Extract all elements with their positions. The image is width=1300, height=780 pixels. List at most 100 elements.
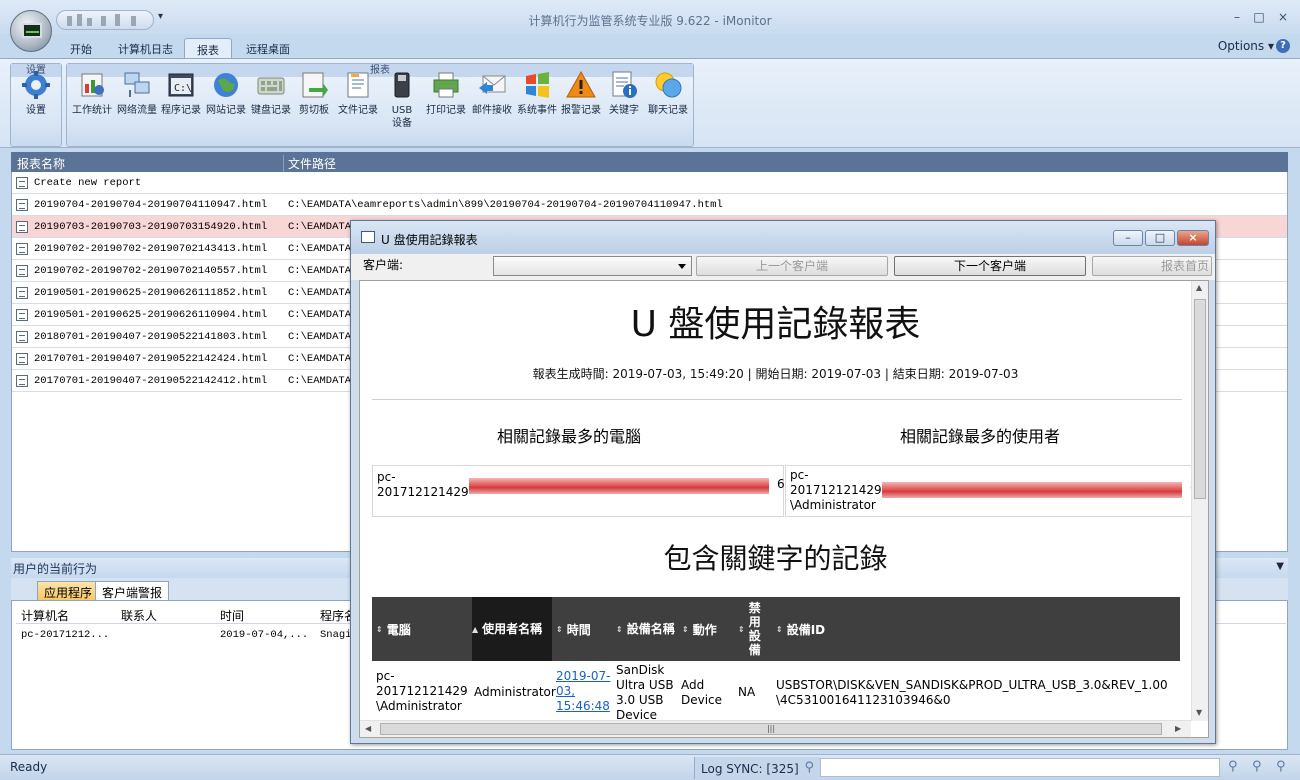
gear-icon <box>22 71 50 99</box>
report-name: 20190501-20190625-20190626111852.html <box>34 287 268 299</box>
report-file-icon <box>16 177 28 189</box>
work-stats-button[interactable]: 工作统计 <box>69 68 115 132</box>
report-view[interactable]: U 盤使用記錄報表 報表生成時間: 2019-07-03, 15:49:20 |… <box>359 280 1209 738</box>
dialog-close-button[interactable]: × <box>1177 230 1209 246</box>
program-log-button[interactable]: C:\ 程序记录 <box>159 68 203 132</box>
dialog-maximize-button[interactable]: □ <box>1145 230 1175 246</box>
keyword-section-title: 包含關鍵字的記錄 <box>663 542 888 575</box>
tab-computer-log[interactable]: 计算机日志 <box>106 38 185 59</box>
report-name: 20180701-20190407-20190522141803.html <box>34 331 268 343</box>
tab-remote-desktop[interactable]: 远程桌面 <box>234 38 302 59</box>
print-log-button[interactable]: 打印记录 <box>423 68 469 132</box>
chat-log-label: 聊天记录 <box>648 105 688 116</box>
network-traffic-icon <box>124 72 150 97</box>
settings-button[interactable]: 设置 <box>13 68 59 132</box>
column-computer-name[interactable]: 计算机名 <box>21 607 69 624</box>
tab-start[interactable]: 开始 <box>58 38 104 59</box>
report-title: U 盤使用記錄報表 <box>630 304 921 345</box>
close-button[interactable]: × <box>1272 10 1294 24</box>
report-file-icon <box>16 375 28 387</box>
keyboard-icon <box>257 77 285 95</box>
dialog-title: U 盘使用記錄報表 <box>381 233 478 247</box>
network-traffic-button[interactable]: 网络流量 <box>115 68 159 132</box>
alert-log-button[interactable]: 报警记录 <box>559 68 603 132</box>
tab-applications[interactable]: 应用程序 <box>37 581 100 600</box>
hscroll-thumb[interactable]: ||| <box>380 723 1162 735</box>
report-path: C:\EAMDATA\ <box>288 375 358 387</box>
report-path: C:\EAMDATA\ <box>288 265 358 277</box>
top-computer-box: pc- 201712121429 6 <box>372 465 785 517</box>
mail-receive-button[interactable]: 邮件接收 <box>469 68 515 132</box>
top-user-bar <box>882 482 1182 498</box>
help-icon[interactable]: ? <box>1276 39 1290 53</box>
system-events-button[interactable]: 系统事件 <box>515 68 559 132</box>
scroll-left-icon[interactable]: ◀ <box>365 724 371 733</box>
mail-icon <box>479 75 506 94</box>
column-report-name[interactable]: 报表名称 <box>17 155 65 172</box>
sort-icon: ⇕ <box>682 624 689 634</box>
column-device-id[interactable]: ⇕ 設備ID <box>776 597 1156 661</box>
zoom-in-icon[interactable]: ⚲ <box>1228 759 1238 774</box>
usb-report-dialog: U 盘使用記錄報表 – □ × 客户端: 上一个客户端 下一个客户端 报表首页 … <box>350 220 1216 744</box>
report-home-button[interactable]: 报表首页 <box>1092 256 1212 276</box>
report-name: 20170701-20190407-20190522142412.html <box>34 375 268 387</box>
column-time[interactable]: 时间 <box>220 607 244 624</box>
table-row[interactable]: 20190704-20190704-20190704110947.html C:\… <box>12 194 1287 216</box>
system-events-label: 系统事件 <box>517 105 557 116</box>
current-activity-title: 用户的当前行为 <box>13 562 98 576</box>
cell-action: Add Device <box>681 678 723 707</box>
column-contact[interactable]: 联系人 <box>121 607 157 624</box>
status-search-input[interactable] <box>820 758 1220 777</box>
scroll-right-icon[interactable]: ▶ <box>1175 724 1181 733</box>
clipboard-button[interactable]: 剪切板 <box>293 68 335 132</box>
records-table-header: ⇕ 電腦 ▲ 使用者名稱 ⇕ 時間 ⇕ 設備名稱 ⇕ 動作 ⇕ 禁用設備 ⇕ 設備ID <box>372 597 1180 661</box>
chat-log-button[interactable]: 聊天记录 <box>645 68 691 132</box>
program-log-label: 程序记录 <box>161 105 201 116</box>
column-computer[interactable]: ⇕ 電腦 <box>376 597 472 661</box>
column-time[interactable]: ⇕ 時間 <box>556 597 614 661</box>
dialog-minimize-button[interactable]: – <box>1113 230 1143 246</box>
zoom-out-icon[interactable]: ⚲ <box>1252 759 1262 774</box>
column-file-path[interactable]: 文件路径 <box>283 155 336 172</box>
keyword-button[interactable]: 关键字 <box>603 68 645 132</box>
keyboard-log-button[interactable]: 键盘记录 <box>249 68 293 132</box>
usb-device-button[interactable]: USB 设备 <box>381 68 423 132</box>
search-icon[interactable]: ⚲ <box>804 760 814 775</box>
keyword-label: 关键字 <box>609 105 639 116</box>
options-menu[interactable]: Options ▾ <box>1218 39 1274 53</box>
horizontal-scrollbar[interactable]: ◀ ||| ▶ <box>360 720 1191 737</box>
sort-asc-icon: ▲ <box>472 624 479 634</box>
status-text: Ready <box>10 760 48 774</box>
tab-client-alerts[interactable]: 客户端警报 <box>95 581 170 600</box>
scroll-up-icon[interactable]: ▲ <box>1196 283 1202 292</box>
table-row[interactable]: Create new report <box>12 172 1287 194</box>
top-computer-value: 6 <box>777 477 785 491</box>
column-device-name[interactable]: ⇕ 設備名稱 <box>616 597 682 661</box>
sort-icon: ⇕ <box>556 624 563 634</box>
client-select[interactable] <box>493 256 692 276</box>
client-label: 客户端: <box>363 258 404 272</box>
report-file-icon <box>16 287 28 299</box>
column-disabled-device[interactable]: ⇕ 禁用設備 <box>738 597 768 661</box>
cell-time-link[interactable]: 2019-07- 03, 15:46:48 <box>556 669 610 714</box>
vertical-scrollbar[interactable]: ▲ ▼ <box>1191 281 1208 721</box>
printer-icon <box>433 72 459 98</box>
maximize-button[interactable]: □ <box>1248 10 1270 24</box>
report-name: Create new report <box>34 177 142 189</box>
find-icon[interactable]: ⚲ <box>1276 759 1286 774</box>
report-file-icon <box>16 353 28 365</box>
app-menu-button[interactable] <box>10 10 52 52</box>
scroll-thumb[interactable] <box>1194 299 1206 499</box>
website-log-button[interactable]: 网站记录 <box>203 68 249 132</box>
next-client-button[interactable]: 下一个客户端 <box>894 256 1086 276</box>
tab-reports[interactable]: 报表 <box>184 38 232 59</box>
minimize-button[interactable]: – <box>1226 10 1248 24</box>
prev-client-button[interactable]: 上一个客户端 <box>696 256 888 276</box>
file-log-button[interactable]: 文件记录 <box>335 68 381 132</box>
column-action[interactable]: ⇕ 動作 <box>682 597 738 661</box>
program-log-icon: C:\ <box>168 73 194 97</box>
panel-collapse-icon[interactable]: ▼ <box>1276 561 1284 572</box>
chat-icon <box>655 72 682 98</box>
scroll-down-icon[interactable]: ▼ <box>1196 708 1202 717</box>
column-user-name[interactable]: ▲ 使用者名稱 <box>472 597 552 661</box>
